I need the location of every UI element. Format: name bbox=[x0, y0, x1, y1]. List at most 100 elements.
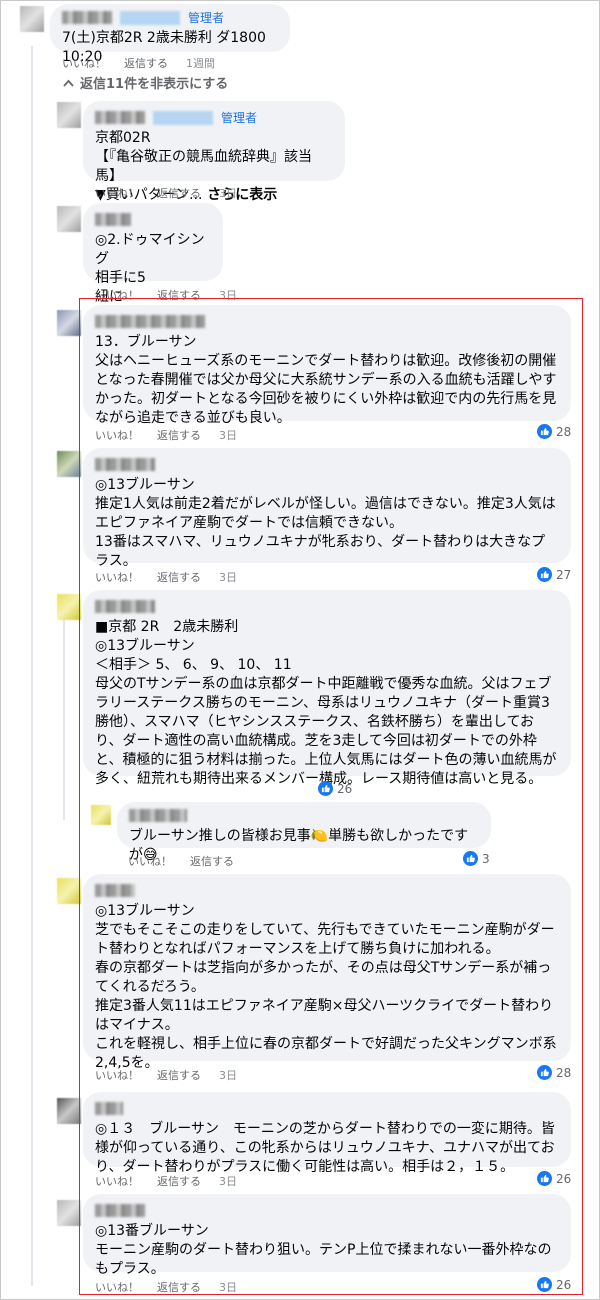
like-button[interactable]: いいね！ bbox=[95, 1067, 139, 1083]
comment-actions: いいね！ 返信する bbox=[128, 853, 252, 869]
author-name[interactable] bbox=[62, 11, 112, 24]
author-name[interactable] bbox=[95, 213, 131, 226]
reply-bubble: ブルーサン推しの皆様お見事🍋単勝も欲しかったですが😅 bbox=[117, 802, 491, 863]
chevron-up-icon bbox=[63, 79, 74, 87]
thumbs-up-icon bbox=[537, 424, 552, 439]
author-name[interactable] bbox=[95, 1204, 145, 1217]
like-button[interactable]: いいね！ bbox=[128, 853, 172, 869]
reply-button[interactable]: 返信する bbox=[157, 1173, 201, 1189]
comment-bubble-root: 管理者 7(土)京都2R 2歳未勝利 ダ1800 10:20 bbox=[50, 4, 290, 65]
reply-button[interactable]: 返信する bbox=[157, 1279, 201, 1295]
admin-label: 管理者 bbox=[221, 111, 258, 125]
avatar[interactable] bbox=[57, 310, 81, 336]
like-button[interactable]: いいね！ bbox=[95, 1173, 139, 1189]
comment-actions: いいね！ 返信する 3日 bbox=[95, 185, 255, 201]
thumbs-up-icon bbox=[318, 781, 333, 796]
avatar[interactable] bbox=[57, 102, 81, 128]
comment-bubble: ■京都 2R 2歳未勝利 ◎13ブルーサン ＜相手＞ 5、 6、 9、 10、 … bbox=[83, 590, 571, 787]
avatar[interactable] bbox=[57, 1098, 81, 1124]
like-button[interactable]: いいね！ bbox=[95, 569, 139, 585]
comment-bubble: 13．ブルーサン 父はヘニーヒューズ系のモーニンでダート替わりは歓迎。改修後初の… bbox=[83, 305, 571, 426]
timestamp: 3日 bbox=[219, 571, 237, 584]
comment-bubble: 管理者 京都02R 【『亀谷敬正の競馬血統辞典』該当馬】 ▼買いパターン... … bbox=[83, 101, 345, 203]
comment-actions: いいね！ 返信する 3日 bbox=[95, 1067, 255, 1083]
avatar[interactable] bbox=[20, 6, 44, 32]
author-name[interactable] bbox=[95, 111, 145, 124]
like-button[interactable]: いいね！ bbox=[95, 287, 139, 303]
badge bbox=[153, 110, 213, 125]
reaction-count[interactable]: 3 bbox=[463, 851, 490, 866]
like-button[interactable]: いいね！ bbox=[95, 1279, 139, 1295]
avatar[interactable] bbox=[57, 594, 81, 620]
timestamp: 3日 bbox=[219, 1175, 237, 1188]
timestamp: 3日 bbox=[219, 429, 237, 442]
reaction-count-value: 28 bbox=[556, 1065, 572, 1080]
reply-button[interactable]: 返信する bbox=[157, 427, 201, 443]
thumbs-up-icon bbox=[537, 1065, 552, 1080]
timestamp: 3日 bbox=[219, 289, 237, 302]
comment-actions: いいね！ 返信する 3日 bbox=[95, 1279, 255, 1295]
comment-text: ◎13番ブルーサン モーニン産駒のダート替わり狙い。テンP上位で揉まれない一番外… bbox=[95, 1223, 552, 1277]
like-button[interactable]: いいね！ bbox=[95, 427, 139, 443]
author-name[interactable] bbox=[95, 884, 135, 897]
avatar[interactable] bbox=[57, 206, 81, 232]
thumbs-up-icon bbox=[537, 1171, 552, 1186]
timestamp: 1週間 bbox=[186, 57, 215, 70]
comment-bubble: ◎2.ドゥマイシング 相手に5 紐に4.11.13.14.15 bbox=[83, 203, 223, 324]
comment-text: ■京都 2R 2歳未勝利 ◎13ブルーサン ＜相手＞ 5、 6、 9、 10、 … bbox=[95, 619, 557, 787]
reaction-count[interactable]: 26 bbox=[537, 1277, 571, 1292]
reaction-count[interactable]: 27 bbox=[537, 567, 571, 582]
like-button[interactable]: いいね！ bbox=[95, 185, 139, 201]
badge bbox=[120, 10, 180, 25]
reply-button[interactable]: 返信する bbox=[124, 55, 168, 71]
comment-bubble: ◎13番ブルーサン モーニン産駒のダート替わり狙い。テンP上位で揉まれない一番外… bbox=[83, 1194, 571, 1277]
comment-actions: いいね！ 返信する 3日 bbox=[95, 287, 255, 303]
avatar[interactable] bbox=[57, 878, 81, 904]
avatar[interactable] bbox=[57, 1200, 81, 1226]
comment-text: ◎１３ ブルーサン モーニンの芝からダート替わりでの一変に期待。皆様が仰っている… bbox=[95, 1121, 555, 1175]
comment-text: ◎13ブルーサン 芝でもそこそこの走りをしていて、先行もできていたモーニン産駒が… bbox=[95, 903, 557, 1071]
comment-actions: いいね！ 返信する 1週間 bbox=[62, 55, 233, 71]
reaction-count-value: 26 bbox=[337, 781, 353, 796]
reaction-count[interactable]: 28 bbox=[537, 424, 571, 439]
reply-button[interactable]: 返信する bbox=[157, 287, 201, 303]
author-name[interactable] bbox=[95, 600, 155, 613]
comment-actions: いいね！ 返信する 3日 bbox=[95, 427, 255, 443]
reaction-count-value: 3 bbox=[482, 851, 490, 866]
author-name[interactable] bbox=[95, 458, 155, 471]
hide-replies-toggle[interactable]: 返信11件を非表示にする bbox=[63, 73, 228, 92]
reaction-count-value: 27 bbox=[556, 567, 572, 582]
comment-actions: いいね！ 返信する 3日 bbox=[95, 569, 255, 585]
thumbs-up-icon bbox=[537, 1277, 552, 1292]
like-button[interactable]: いいね！ bbox=[62, 55, 106, 71]
reply-button[interactable]: 返信する bbox=[157, 569, 201, 585]
comment-bubble: ◎13ブルーサン 推定1人気は前走2着だがレベルが怪しい。過信はできない。推定3… bbox=[83, 448, 571, 569]
author-name[interactable] bbox=[95, 315, 205, 328]
timestamp: 3日 bbox=[219, 1069, 237, 1082]
reaction-count[interactable]: 26 bbox=[318, 781, 352, 796]
reaction-count[interactable]: 28 bbox=[537, 1065, 571, 1080]
reaction-count[interactable]: 26 bbox=[537, 1171, 571, 1186]
author-name[interactable] bbox=[95, 1102, 123, 1115]
avatar[interactable] bbox=[91, 805, 111, 825]
admin-label: 管理者 bbox=[188, 11, 225, 25]
reply-thread-line bbox=[63, 610, 65, 820]
thread-line bbox=[31, 46, 33, 1286]
reaction-count-value: 26 bbox=[556, 1277, 572, 1292]
avatar[interactable] bbox=[57, 451, 81, 477]
reply-button[interactable]: 返信する bbox=[190, 853, 234, 869]
reply-button[interactable]: 返信する bbox=[157, 1067, 201, 1083]
reaction-count-value: 28 bbox=[556, 424, 572, 439]
author-name[interactable] bbox=[129, 809, 187, 822]
timestamp: 3日 bbox=[219, 187, 237, 200]
comment-text: 13．ブルーサン 父はヘニーヒューズ系のモーニンでダート替わりは歓迎。改修後初の… bbox=[95, 334, 557, 426]
reply-button[interactable]: 返信する bbox=[157, 185, 201, 201]
comment-text: ◎13ブルーサン 推定1人気は前走2着だがレベルが怪しい。過信はできない。推定3… bbox=[95, 477, 556, 569]
reaction-count-value: 26 bbox=[556, 1171, 572, 1186]
comment-actions: いいね！ 返信する 3日 bbox=[95, 1173, 255, 1189]
thumbs-up-icon bbox=[463, 851, 478, 866]
timestamp: 3日 bbox=[219, 1281, 237, 1294]
comment-bubble: ◎13ブルーサン 芝でもそこそこの走りをしていて、先行もできていたモーニン産駒が… bbox=[83, 874, 571, 1071]
hide-replies-label: 返信11件を非表示にする bbox=[80, 77, 229, 92]
comment-bubble: ◎１３ ブルーサン モーニンの芝からダート替わりでの一変に期待。皆様が仰っている… bbox=[83, 1092, 571, 1175]
